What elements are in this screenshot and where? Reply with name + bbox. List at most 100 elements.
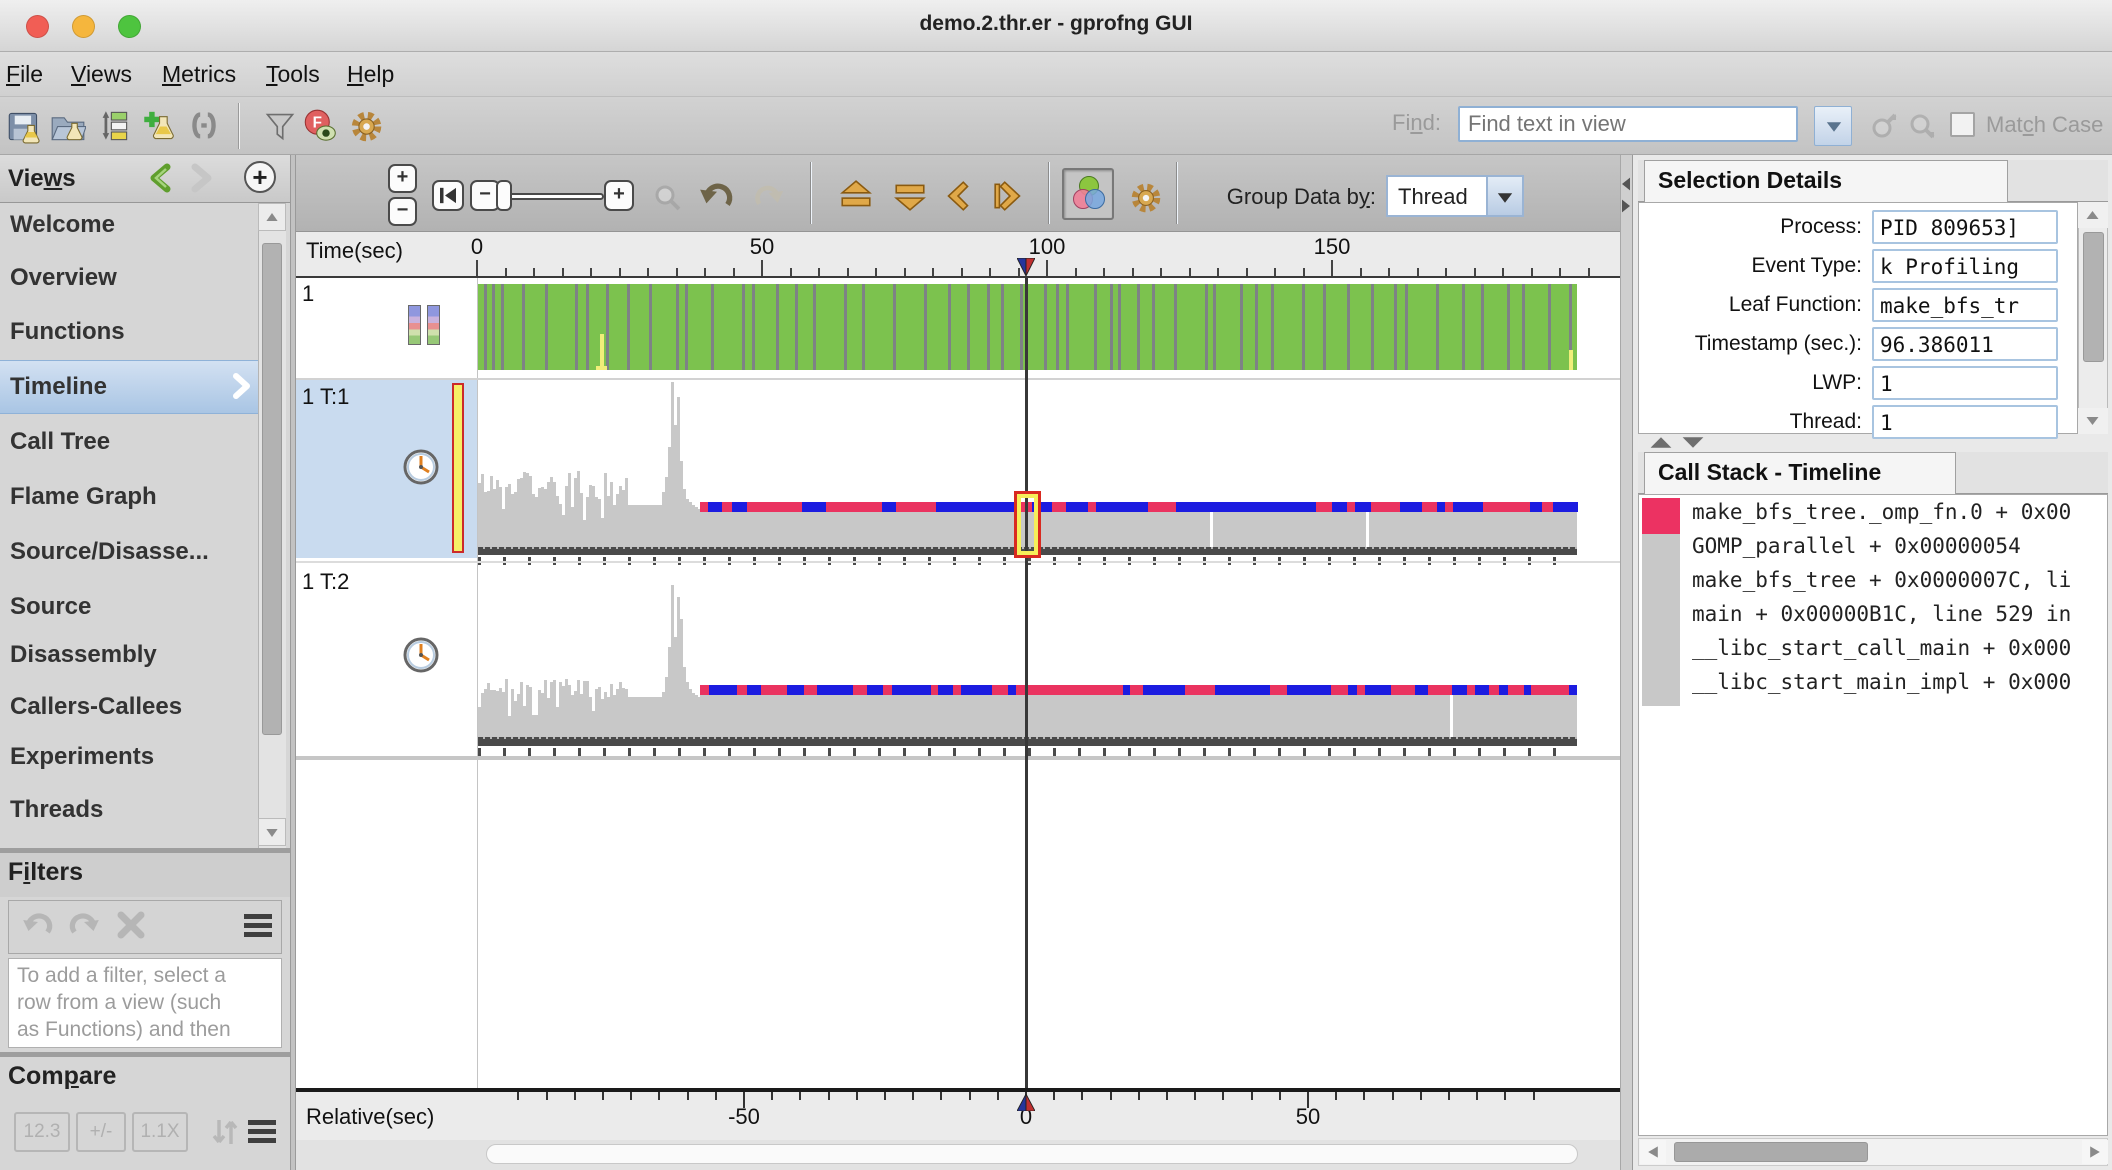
details-scrollbar-thumb[interactable] [2083, 232, 2104, 362]
views-scrollbar-thumb[interactable] [262, 243, 282, 735]
sample-tick [1228, 748, 1231, 756]
zoom-slider-track[interactable] [500, 193, 604, 200]
find-next-icon[interactable] [1906, 110, 1938, 142]
state-bar-segment [1565, 502, 1578, 512]
new-experiment-button[interactable] [141, 108, 177, 144]
menu-help[interactable]: Help [347, 61, 394, 91]
sidebar-item-flame-graph[interactable]: Flame Graph [10, 483, 250, 517]
zoom-slider-handle[interactable] [496, 180, 512, 211]
function-colors-button[interactable]: F [302, 108, 338, 144]
field-value-lwp[interactable]: 1 [1872, 366, 2058, 400]
sidebar-item-timeline[interactable]: Timeline [10, 373, 250, 407]
filter-data-button[interactable] [262, 108, 298, 144]
field-value-leaffunction[interactable]: make_bfs_tr [1872, 288, 2058, 322]
settings-button[interactable] [348, 108, 384, 144]
call-stack-frame[interactable]: make_bfs_tree._omp_fn.0 + 0x00 [1692, 500, 2104, 530]
call-stack-frame[interactable]: make_bfs_tree + 0x0000007C, li [1692, 568, 2104, 598]
go-to-start-button[interactable] [432, 180, 464, 211]
right-splitter[interactable] [1620, 155, 1632, 1170]
plus-icon: + [246, 164, 274, 192]
compare-mode-button-0[interactable]: 12.3 [14, 1112, 70, 1152]
time-cursor-line[interactable] [1025, 276, 1028, 1088]
sidebar-item-functions[interactable]: Functions [10, 318, 250, 352]
views-scroll-down-button[interactable] [258, 818, 286, 846]
timeline-settings-icon[interactable] [1128, 180, 1164, 216]
frame-color-chip-selected [1642, 498, 1680, 534]
compare-mode-button-2[interactable]: 1.1X [132, 1112, 188, 1152]
color-chooser-button[interactable] [1062, 168, 1114, 220]
back-icon[interactable] [146, 163, 176, 193]
details-scroll-up-button[interactable] [2078, 202, 2108, 228]
redo-icon[interactable] [752, 181, 785, 212]
step-forward-button[interactable] [992, 179, 1028, 213]
details-scroll-down-button[interactable] [2078, 408, 2108, 434]
callstack-scroll-left-button[interactable] [1640, 1140, 1666, 1164]
sidebar-item-source[interactable]: Source [10, 593, 250, 627]
group-by-select-value[interactable]: Thread [1386, 175, 1486, 217]
compare-experiments-button[interactable] [95, 108, 131, 144]
time-cursor-marker[interactable] [1017, 258, 1035, 276]
state-bar-segment [921, 502, 937, 512]
filters-menu-button[interactable] [244, 914, 274, 938]
match-case-checkbox[interactable] [1950, 112, 1975, 137]
filter-remove-icon[interactable] [116, 910, 146, 940]
call-stack-frame[interactable]: main + 0x00000B1C, line 529 in [1692, 602, 2104, 632]
sidebar-item-disassembly[interactable]: Disassembly [10, 641, 250, 675]
sidebar-item-call-tree[interactable]: Call Tree [10, 428, 250, 462]
call-stack-frame[interactable]: GOMP_parallel + 0x00000054 [1692, 534, 2104, 564]
views-scroll-up-button[interactable] [258, 203, 286, 231]
find-input[interactable] [1458, 106, 1798, 142]
menu-tools[interactable]: Tools [266, 61, 320, 91]
call-stack-frame[interactable]: __libc_start_call_main + 0x000 [1692, 636, 2104, 666]
traffic-zoom[interactable] [118, 15, 141, 38]
filter-redo-icon[interactable] [66, 908, 102, 942]
menu-views[interactable]: Views [71, 61, 132, 91]
zoom-in-button[interactable]: + [604, 180, 634, 211]
add-view-button[interactable]: + [244, 161, 276, 193]
find-history-dropdown[interactable] [1814, 106, 1852, 146]
find-previous-icon[interactable] [1868, 110, 1900, 142]
field-value-text: PID 809653] [1880, 216, 2056, 240]
menu-bar-line [248, 1138, 276, 1143]
sidebar-item-experiments[interactable]: Experiments [10, 743, 250, 777]
vertical-zoom-in-button[interactable]: + [388, 164, 417, 193]
group-by-select-arrow[interactable] [1486, 175, 1524, 217]
menu-metrics[interactable]: Metrics [162, 61, 236, 91]
traffic-minimize[interactable] [72, 15, 95, 38]
sidebar-item-source-disasse-[interactable]: Source/Disasse... [10, 538, 250, 572]
menu-file[interactable]: File [6, 61, 43, 91]
callstack-scroll-right-button[interactable] [2082, 1140, 2108, 1164]
field-value-eventtype[interactable]: k Profiling [1872, 249, 2058, 283]
step-back-button[interactable] [940, 179, 976, 213]
collapse-right-icon[interactable] [1621, 198, 1631, 214]
collapse-left-icon[interactable] [1621, 176, 1631, 192]
sidebar-item-threads[interactable]: Threads [10, 796, 250, 830]
save-experiment-button[interactable] [6, 108, 42, 144]
collapse-panes-button[interactable] [186, 108, 222, 144]
pane-splitter-down-icon[interactable] [1680, 436, 1706, 449]
callstack-hscrollbar-thumb[interactable] [1674, 1142, 1868, 1162]
field-value-thread[interactable]: 1 [1872, 405, 2058, 439]
sidebar-item-callers-callees[interactable]: Callers-Callees [10, 693, 250, 727]
filter-undo-icon[interactable] [20, 908, 56, 942]
field-value-process[interactable]: PID 809653] [1872, 210, 2058, 244]
timeline-hscrollbar-track[interactable] [486, 1144, 1578, 1164]
move-down-button[interactable] [892, 179, 928, 213]
sidebar-item-overview[interactable]: Overview [10, 264, 250, 298]
forward-icon[interactable] [186, 163, 216, 193]
compare-menu-button[interactable] [248, 1120, 278, 1144]
undo-icon[interactable] [698, 178, 736, 214]
vertical-zoom-out-button[interactable]: − [388, 197, 417, 226]
cpu-stripe [1302, 284, 1305, 370]
call-stack-frame[interactable]: __libc_start_main_impl + 0x000 [1692, 670, 2104, 700]
sidebar-item-welcome[interactable]: Welcome [10, 211, 250, 245]
traffic-close[interactable] [26, 15, 49, 38]
compare-mode-button-1[interactable]: +/- [76, 1112, 126, 1152]
field-value-timestampsec[interactable]: 96.386011 [1872, 327, 2058, 361]
relative-cursor-marker[interactable] [1017, 1094, 1035, 1111]
selection-highlight[interactable] [1014, 491, 1041, 558]
open-experiment-button[interactable] [50, 108, 86, 144]
move-up-button[interactable] [838, 179, 874, 213]
compare-sort-icon[interactable] [206, 1116, 242, 1148]
pane-splitter-up-icon[interactable] [1648, 436, 1674, 449]
